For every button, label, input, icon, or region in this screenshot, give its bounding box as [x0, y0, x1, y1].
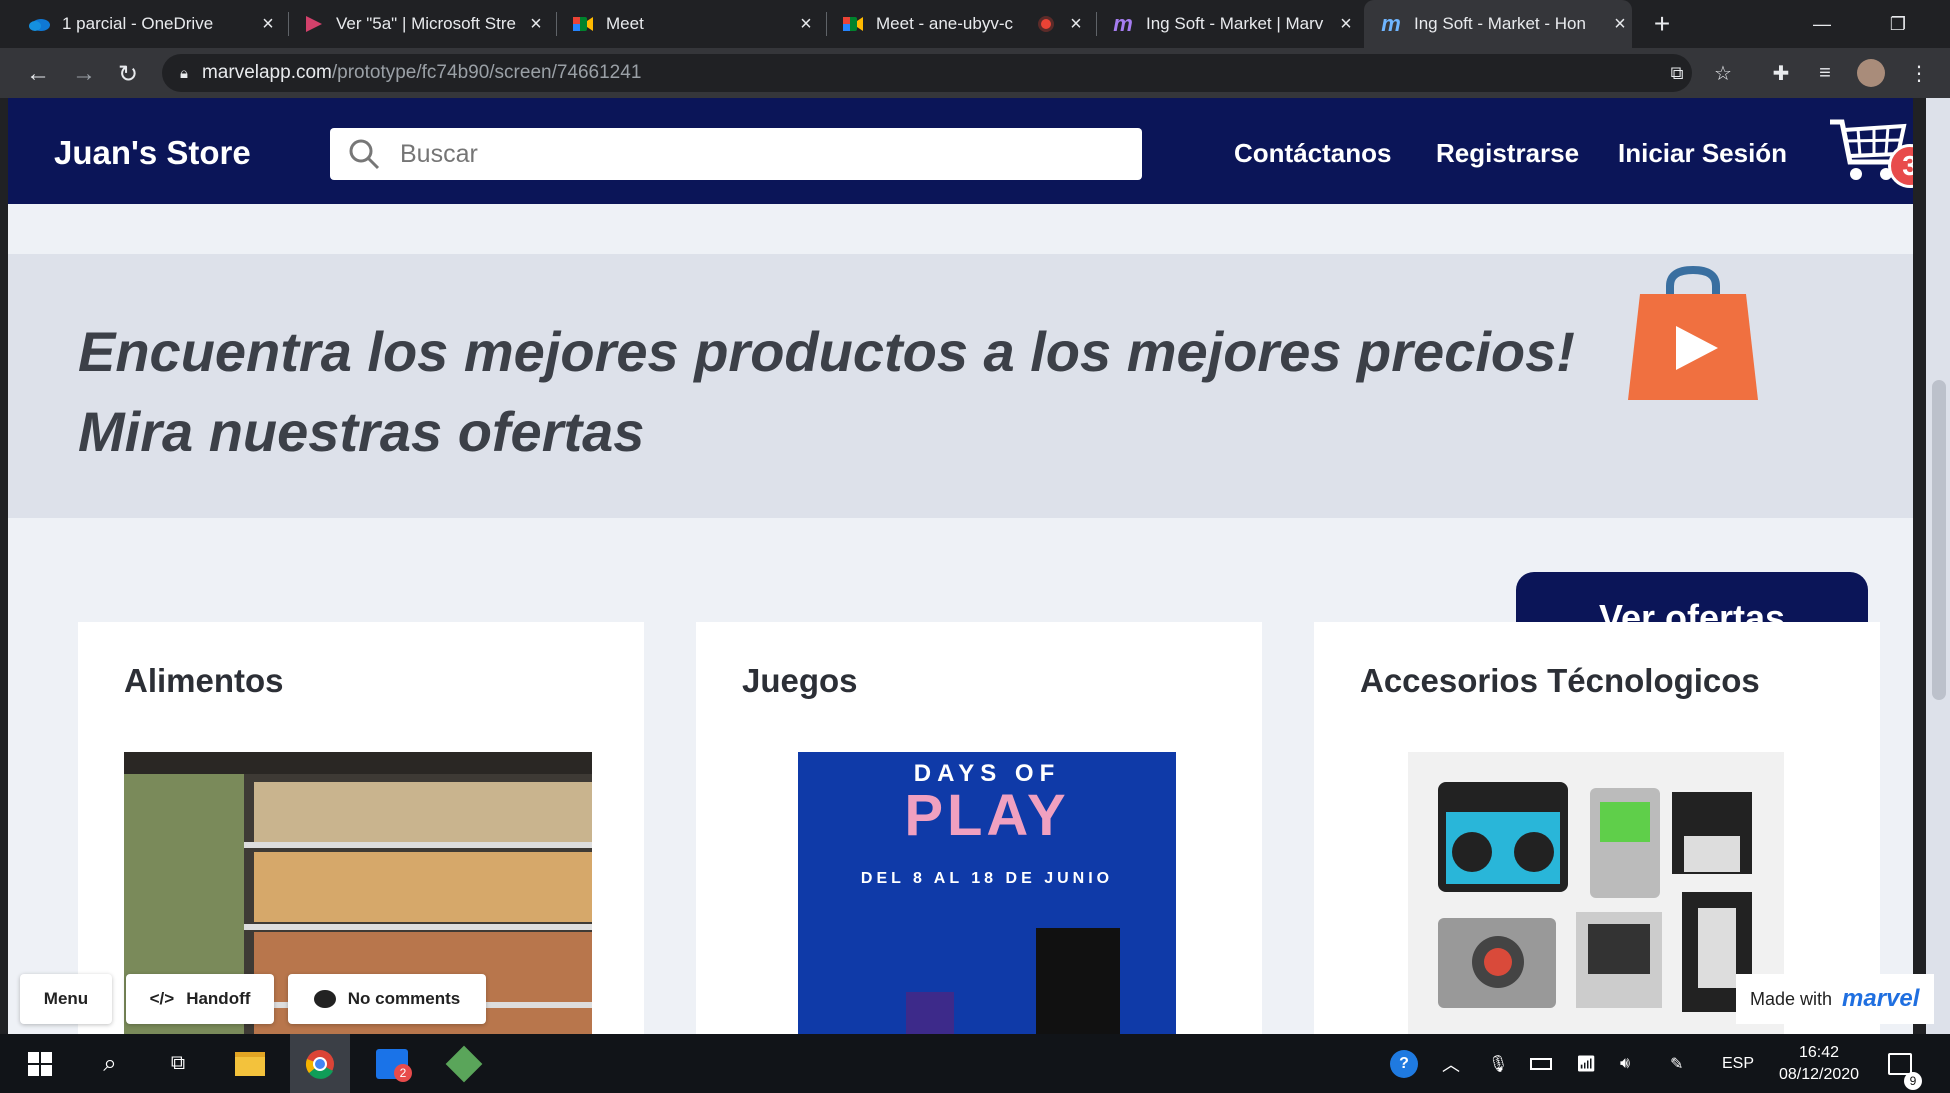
made-with-label: Made with — [1750, 988, 1833, 1009]
comments-button[interactable]: No comments — [288, 974, 486, 1024]
category-title: Alimentos — [124, 662, 284, 699]
app-badge: 2 — [394, 1064, 412, 1082]
translate-icon[interactable]: ⧉ — [1662, 58, 1692, 88]
tab-meet[interactable]: Meet × — [572, 0, 818, 48]
close-tab-icon[interactable]: × — [1334, 13, 1358, 36]
tab-title: Meet — [606, 14, 644, 33]
media-control-icon[interactable]: ≡ — [1810, 58, 1840, 88]
close-tab-icon[interactable]: × — [524, 13, 548, 36]
marvel-logo: marvel — [1842, 985, 1920, 1012]
meet-icon — [842, 13, 864, 35]
extensions-icon[interactable]: ✚ — [1766, 58, 1796, 88]
restore-button[interactable]: ❐ — [1866, 0, 1930, 48]
search-input[interactable] — [400, 139, 1100, 169]
meet-icon — [572, 13, 594, 35]
file-explorer-icon[interactable] — [220, 1034, 280, 1093]
battery-icon[interactable] — [1530, 1034, 1552, 1093]
help-icon[interactable]: ? — [1390, 1034, 1418, 1093]
language-indicator[interactable]: ESP — [1722, 1034, 1754, 1093]
console-image — [1036, 928, 1120, 1034]
game-box-image — [906, 992, 954, 1034]
stream-icon — [302, 13, 324, 35]
lock-icon: 🔒︎ — [180, 64, 188, 82]
hero-title: Encuentra los mejores productos a los me… — [78, 312, 1575, 472]
minimize-button[interactable]: — — [1790, 0, 1854, 48]
show-hidden-icons-icon[interactable]: ︿ — [1442, 1034, 1460, 1093]
category-title: Juegos — [742, 662, 858, 699]
nav-login[interactable]: Iniciar Sesión — [1618, 138, 1787, 169]
close-tab-icon[interactable]: × — [794, 13, 818, 36]
tab-title: Ing Soft - Market | Marv — [1146, 14, 1324, 33]
tab-marvel-home[interactable]: m Ing Soft - Market - Hon × — [1364, 0, 1632, 48]
comments-label: No comments — [347, 989, 461, 1008]
chrome-icon[interactable] — [290, 1034, 350, 1093]
prototype-page: Juan's Store Contáctanos Registrarse Ini… — [8, 98, 1913, 1034]
pen-icon[interactable]: ✎ — [1670, 1034, 1683, 1093]
store-header: Juan's Store Contáctanos Registrarse Ini… — [8, 98, 1913, 204]
handoff-label: Handoff — [186, 989, 251, 1008]
tab-title: Meet - ane-ubyv-c — [876, 14, 1013, 33]
recording-icon — [1038, 16, 1054, 32]
notifications-icon[interactable]: 9 — [1888, 1034, 1922, 1093]
shopping-bag-play-icon — [1628, 265, 1758, 400]
back-icon[interactable]: ← — [24, 60, 52, 88]
close-tab-icon[interactable]: × — [1064, 13, 1088, 36]
volume-icon[interactable]: 🔊︎ — [1620, 1034, 1630, 1093]
chrome-app-icon[interactable]: 2 — [362, 1034, 422, 1093]
onedrive-icon — [28, 13, 50, 35]
tab-stream[interactable]: Ver "5a" | Microsoft Stre × — [302, 0, 548, 48]
handoff-button[interactable]: </> Handoff — [126, 974, 274, 1024]
nav-contact[interactable]: Contáctanos — [1234, 138, 1391, 169]
search-icon[interactable]: ⌕ — [80, 1034, 140, 1093]
marvel-menu-button[interactable]: Menu — [20, 974, 112, 1024]
hero-line-2: Mira nuestras ofertas — [78, 400, 645, 463]
days-of-play-image: DAYS OF PLAY DEL 8 AL 18 DE JUNIO — [798, 752, 1176, 1034]
marvel-icon: m — [1113, 11, 1133, 36]
tab-title: Ing Soft - Market - Hon — [1414, 14, 1586, 33]
close-tab-icon[interactable]: × — [256, 13, 280, 36]
tab-marvel-market[interactable]: m Ing Soft - Market | Marv × — [1112, 0, 1358, 48]
hero-banner: Encuentra los mejores productos a los me… — [8, 254, 1913, 664]
browser-menu-icon[interactable]: ⋮ — [1904, 58, 1934, 88]
retro-gadgets-image — [1408, 752, 1784, 1034]
category-card-games[interactable]: Juegos DAYS OF PLAY DEL 8 AL 18 DE JUNIO — [696, 622, 1262, 1034]
task-view-icon[interactable]: ⧉ — [148, 1034, 208, 1093]
code-icon: </> — [149, 989, 175, 1008]
scrollbar-thumb[interactable] — [1932, 380, 1946, 700]
bookmark-star-icon[interactable]: ☆ — [1708, 58, 1738, 88]
tab-title: Ver "5a" | Microsoft Stre — [336, 14, 516, 33]
category-card-tech[interactable]: Accesorios Técnologicos — [1314, 622, 1880, 1034]
nav-register[interactable]: Registrarse — [1436, 138, 1579, 169]
url-field[interactable]: 🔒︎ marvelapp.com/prototype/fc74b90/scree… — [162, 54, 1692, 92]
category-card-food[interactable]: Alimentos — [78, 622, 644, 1034]
snipping-tool-icon[interactable] — [434, 1034, 494, 1093]
tab-meet-call[interactable]: Meet - ane-ubyv-c × — [842, 0, 1088, 48]
url-path: /prototype/fc74b90/screen/74661241 — [331, 62, 642, 83]
notification-count: 9 — [1904, 1072, 1922, 1090]
category-title: Accesorios Técnologicos — [1360, 662, 1760, 699]
forward-icon[interactable]: → — [70, 60, 98, 88]
speech-bubble-icon — [313, 990, 336, 1008]
hero-line-1: Encuentra los mejores productos a los me… — [78, 320, 1575, 383]
windows-start-icon[interactable] — [10, 1034, 70, 1093]
search-icon — [349, 139, 380, 170]
url-domain: marvelapp.com — [201, 62, 332, 83]
clock[interactable]: 16:42 08/12/2020 — [1774, 1034, 1864, 1093]
search-box[interactable] — [330, 128, 1142, 180]
tab-onedrive[interactable]: 1 parcial - OneDrive × — [28, 0, 280, 48]
clock-time: 16:42 — [1798, 1043, 1840, 1061]
made-with-marvel-badge[interactable]: Made with marvel — [1736, 974, 1934, 1024]
tab-title: 1 parcial - OneDrive — [62, 14, 214, 33]
promo-text-2: PLAY — [904, 783, 1070, 848]
reload-icon[interactable]: ↻ — [114, 60, 142, 88]
marvel-icon: m — [1381, 11, 1401, 36]
close-tab-icon[interactable]: × — [1608, 13, 1632, 36]
clock-date: 08/12/2020 — [1778, 1065, 1860, 1083]
new-tab-button[interactable]: + — [1630, 0, 1694, 48]
profile-avatar[interactable] — [1856, 58, 1886, 88]
wifi-icon[interactable]: 📶︎ — [1576, 1034, 1596, 1093]
promo-text-3: DEL 8 AL 18 DE JUNIO — [860, 870, 1114, 887]
microphone-icon[interactable]: 🎙︎ — [1488, 1034, 1508, 1093]
store-logo[interactable]: Juan's Store — [54, 134, 251, 172]
